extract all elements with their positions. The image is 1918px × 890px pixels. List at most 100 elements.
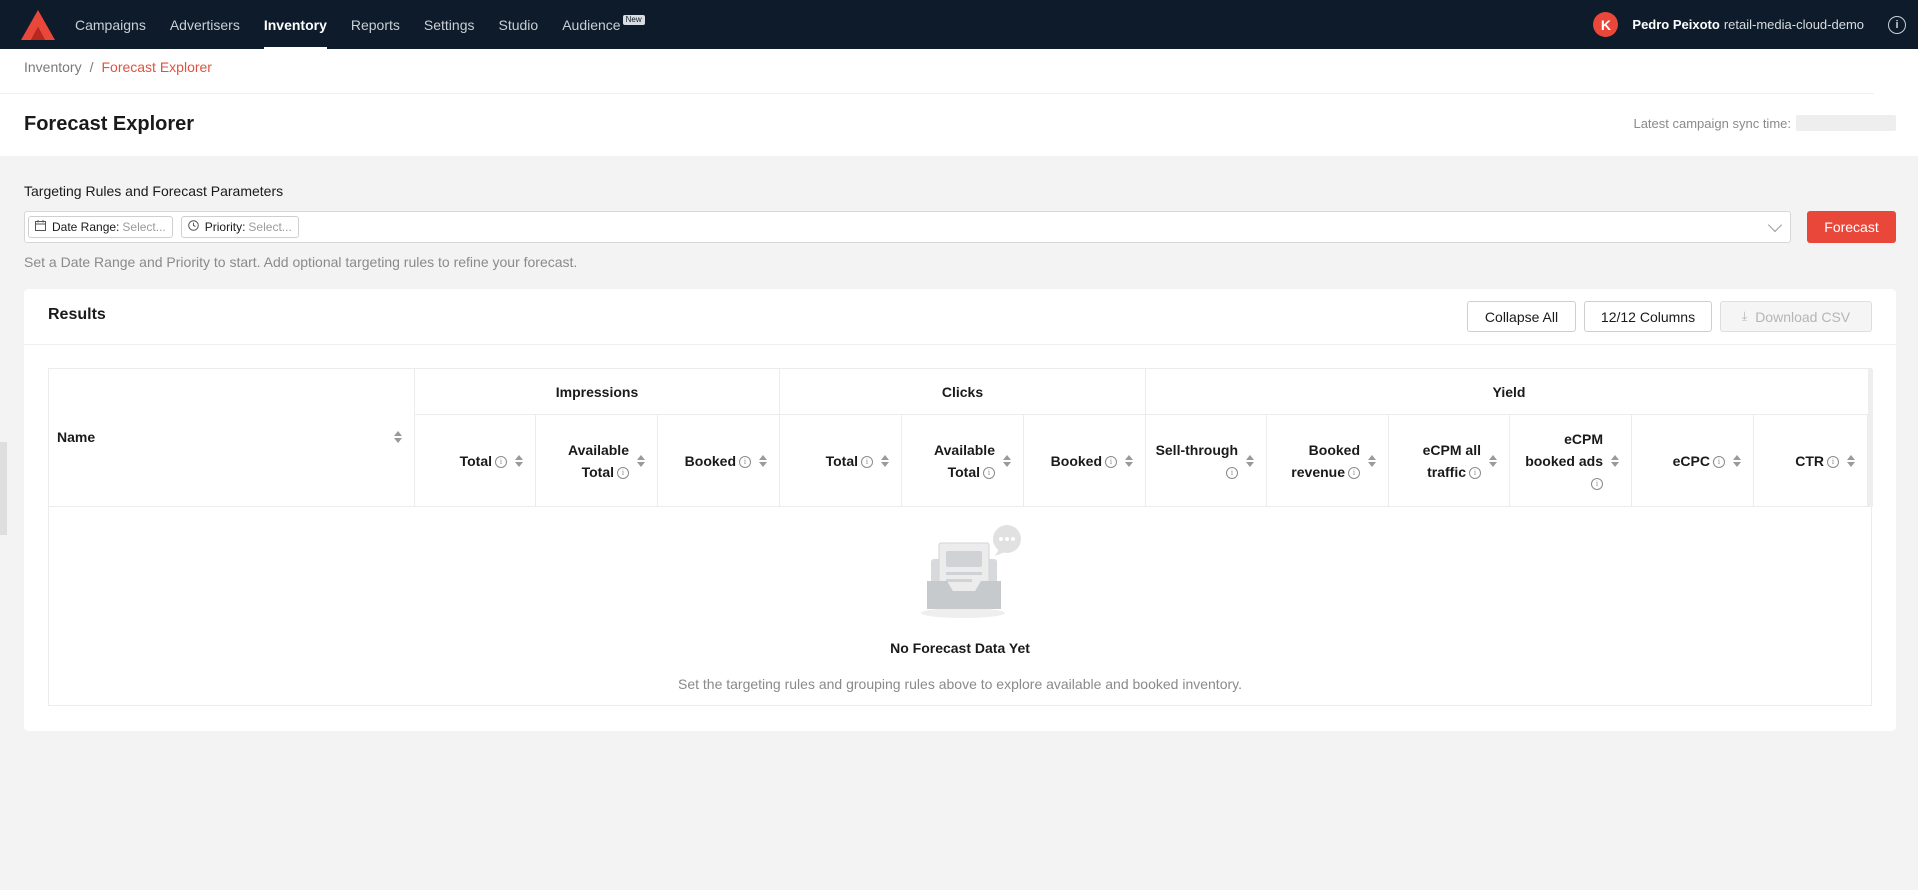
column-label: Total [947,463,980,480]
page-header: Inventory / Forecast Explorer Forecast E… [0,49,1918,156]
column-label: revenue [1291,463,1345,480]
breadcrumb-current: Forecast Explorer [101,59,212,75]
column-label: CTR [1795,452,1824,469]
column-label: Total [581,463,614,480]
column-label: Sell-through [1155,441,1238,458]
group-clicks: Clicks [780,369,1146,415]
nav-audience[interactable]: Audience New [562,0,645,49]
date-range-label: Date Range: [52,220,120,234]
info-icon[interactable]: i [1591,477,1603,490]
collapse-all-button[interactable]: Collapse All [1467,301,1576,332]
column-header[interactable]: eCPC i [1632,415,1754,507]
nav-inventory-label: Inventory [263,16,327,33]
nav-advertisers-label: Advertisers [169,16,240,33]
column-header[interactable]: Available Total i [536,415,658,507]
empty-state-title: No Forecast Data Yet [890,640,1030,656]
column-label: Total [459,452,492,469]
priority-placeholder: Select... [248,220,292,234]
help-info-icon[interactable]: i [1888,15,1906,34]
page-title: Forecast Explorer [24,113,195,135]
column-header[interactable]: Booked i [1024,415,1146,507]
info-icon[interactable]: i [739,455,751,468]
nav-advertisers[interactable]: Advertisers [170,0,240,49]
column-label: eCPM [1564,430,1603,447]
sync-label: Latest campaign sync time: [1633,115,1791,131]
nav-inventory[interactable]: Inventory [263,0,327,49]
column-label: Booked [684,452,736,469]
top-nav: Campaigns Advertisers Inventory Reports … [0,0,1918,49]
date-range-chip[interactable]: Date Range: Select... [28,216,173,238]
columns-button[interactable]: 12/12 Columns [1584,301,1712,332]
column-label: Available [934,441,995,458]
download-csv-label: Download CSV [1755,308,1851,325]
results-table: Name Impressions Clicks Yield Total i Ava… [48,368,1873,706]
date-range-placeholder: Select... [122,220,166,234]
breadcrumb-divider [0,93,1874,94]
column-label: Booked [1308,441,1360,458]
nav-settings-label: Settings [423,16,475,33]
info-icon[interactable]: i [861,455,873,468]
column-label: eCPM all [1422,441,1481,458]
nav-campaigns-label: Campaigns [75,16,146,33]
results-title: Results [48,306,106,323]
column-label: eCPC [1672,452,1710,469]
nav-studio[interactable]: Studio [499,0,539,49]
info-icon[interactable]: i [983,466,995,479]
info-icon[interactable]: i [1713,455,1725,468]
targeting-hint: Set a Date Range and Priority to start. … [24,254,578,270]
info-icon[interactable]: i [1827,455,1839,468]
info-icon[interactable]: i [1469,466,1481,479]
info-icon[interactable]: i [617,466,629,479]
column-header[interactable]: Sell-through i [1146,415,1267,507]
download-csv-button[interactable]: ⤓ Download CSV [1720,301,1872,332]
info-icon[interactable]: i [1105,455,1117,468]
column-header[interactable]: eCPM booked ads i [1510,415,1632,507]
column-header[interactable]: CTR i [1754,415,1868,507]
name-header-label: Name [57,429,96,445]
forecast-button[interactable]: Forecast [1807,211,1896,243]
column-label: Total [825,452,858,469]
info-icon[interactable]: i [495,455,507,468]
info-icon[interactable]: i [1226,466,1238,479]
nav-reports[interactable]: Reports [351,0,400,49]
info-icon[interactable]: i [1348,466,1360,479]
brand-logo-icon[interactable] [21,9,55,40]
horizontal-scroll-shadow [1868,369,1873,507]
group-impressions: Impressions [415,369,780,415]
group-yield: Yield [1146,369,1873,415]
column-label: traffic [1427,463,1466,480]
org-name[interactable]: retail-media-cloud-demo [1724,17,1864,32]
nav-reports-label: Reports [350,16,400,33]
column-header[interactable]: Total i [780,415,902,507]
column-header[interactable]: Total i [415,415,536,507]
results-divider [24,344,1896,345]
empty-state-subtitle: Set the targeting rules and grouping rul… [677,676,1242,692]
nav-campaigns[interactable]: Campaigns [75,0,146,49]
column-header[interactable]: eCPM all traffic i [1389,415,1510,507]
breadcrumb-separator: / [89,59,94,75]
clock-icon [187,220,199,234]
priority-label: Priority: [204,220,246,234]
download-icon: ⤓ [1741,309,1748,323]
column-label: Available [568,441,629,458]
targeting-rules-input[interactable]: Date Range: Select... Priority: Select..… [24,211,1791,243]
breadcrumb: Inventory / Forecast Explorer [24,59,212,75]
sync-time-placeholder [1796,115,1896,131]
name-column-header[interactable]: Name [49,369,415,507]
targeting-label: Targeting Rules and Forecast Parameters [24,183,284,199]
empty-inbox-icon [921,525,1021,618]
nav-settings[interactable]: Settings [424,0,475,49]
user-name[interactable]: Pedro Peixoto [1632,17,1719,32]
chevron-down-icon[interactable] [1767,217,1783,233]
column-header[interactable]: Available Total i [902,415,1024,507]
sync-status: Latest campaign sync time: [1633,115,1896,131]
breadcrumb-inventory[interactable]: Inventory [24,59,82,75]
priority-chip[interactable]: Priority: Select... [180,216,299,238]
column-header[interactable]: Booked revenue i [1267,415,1389,507]
column-header[interactable]: Booked i [658,415,780,507]
nav-audience-label: Audience [562,16,621,33]
calendar-icon [35,220,46,234]
column-label: booked ads [1525,452,1603,469]
avatar[interactable]: K [1593,12,1619,37]
side-drawer-handle[interactable] [0,442,7,535]
